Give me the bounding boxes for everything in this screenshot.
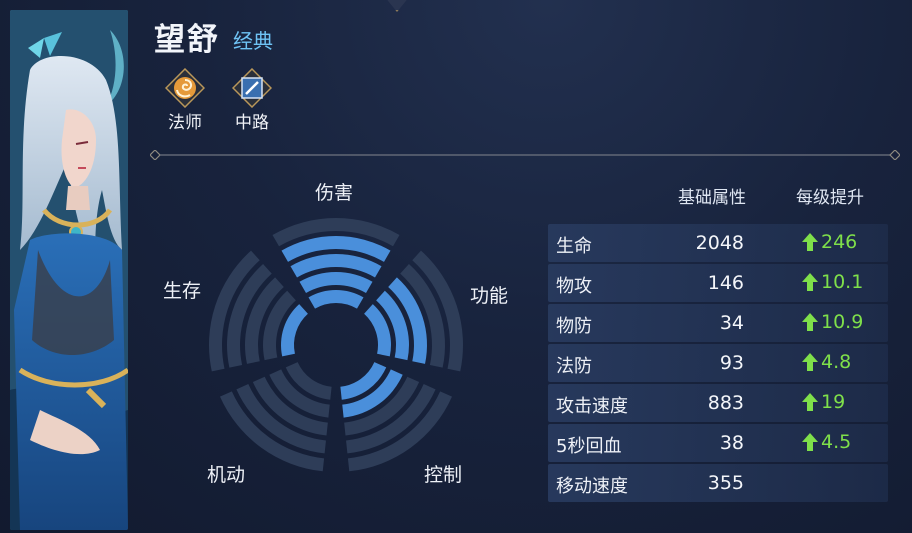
ability-radar-chart <box>209 217 463 472</box>
top-ornament <box>376 0 418 12</box>
radar-label-damage: 伤害 <box>315 182 354 204</box>
role-label-mid: 中路 <box>235 113 269 133</box>
stat-name: 5秒回血 <box>556 436 622 457</box>
stat-row: 生命 2048 246 <box>548 224 888 262</box>
stat-growth-value: 4.5 <box>800 431 851 453</box>
up-arrow-icon <box>802 313 818 331</box>
stat-name: 移动速度 <box>556 476 628 497</box>
stat-base-value: 146 <box>707 272 744 294</box>
stat-row: 5秒回血 38 4.5 <box>548 424 888 462</box>
stat-name: 物攻 <box>556 276 592 297</box>
up-arrow-icon <box>802 393 818 411</box>
stat-row: 法防 93 4.8 <box>548 344 888 382</box>
stats-header-growth: 每级提升 <box>796 188 864 208</box>
stat-base-value: 355 <box>707 472 744 494</box>
stat-base-value: 93 <box>719 352 744 374</box>
hero-attribute-panel: 望舒 经典 法师 中路 伤害 功能 控制 机动 生存 基础属性 每级提升 生命 … <box>0 0 912 533</box>
mid-lane-icon <box>231 67 273 109</box>
stat-name: 攻击速度 <box>556 396 628 417</box>
up-arrow-icon <box>802 233 818 251</box>
role-label-mage: 法师 <box>168 113 202 133</box>
stat-base-value: 34 <box>719 312 744 334</box>
radar-damage-segment-2 <box>299 272 373 294</box>
role-badge-mid[interactable]: 中路 <box>222 67 282 133</box>
up-arrow-icon <box>802 433 818 451</box>
stat-row: 物防 34 10.9 <box>548 304 888 342</box>
stat-row: 攻击速度 883 19 <box>548 384 888 422</box>
stat-name: 法防 <box>556 356 592 377</box>
mage-swirl-icon <box>164 67 206 109</box>
stat-growth-value: 10.1 <box>800 271 863 293</box>
stat-name: 生命 <box>556 236 592 257</box>
stat-base-value: 883 <box>707 392 744 414</box>
stat-growth-value: 4.8 <box>800 351 851 373</box>
stat-row: 移动速度 355 <box>548 464 888 502</box>
role-badge-mage[interactable]: 法师 <box>155 67 215 133</box>
stat-growth-value: 246 <box>800 231 857 253</box>
hero-name: 望舒 <box>154 22 220 58</box>
up-arrow-icon <box>802 273 818 291</box>
radar-label-mobility: 机动 <box>207 464 246 486</box>
radar-label-utility: 功能 <box>470 285 509 307</box>
hero-skin-name[interactable]: 经典 <box>233 25 273 54</box>
stat-name: 物防 <box>556 316 592 337</box>
stat-row: 物攻 146 10.1 <box>548 264 888 302</box>
stats-header-base: 基础属性 <box>678 188 746 208</box>
radar-damage-segment-1 <box>308 290 364 309</box>
stat-growth-value: 19 <box>800 391 845 413</box>
hero-portrait[interactable] <box>10 10 128 530</box>
radar-label-control: 控制 <box>424 464 463 486</box>
radar-label-survival: 生存 <box>163 280 202 302</box>
section-divider <box>150 150 900 160</box>
stat-base-value: 2048 <box>695 232 744 254</box>
stat-growth-value: 10.9 <box>800 311 863 333</box>
stat-base-value: 38 <box>719 432 744 454</box>
up-arrow-icon <box>802 353 818 371</box>
